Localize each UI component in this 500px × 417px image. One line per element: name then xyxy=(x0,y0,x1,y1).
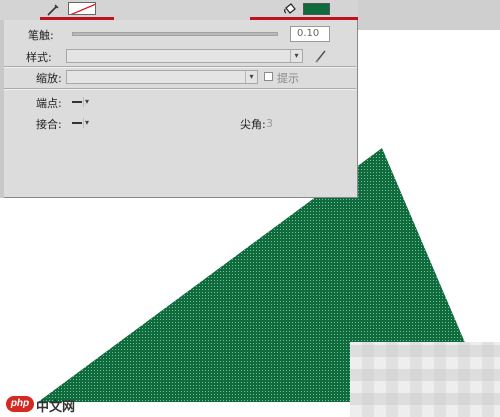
chevron-down-icon: ▾ xyxy=(290,50,302,62)
panel-edge xyxy=(0,0,4,198)
highlight-underline-stroke xyxy=(40,17,114,20)
watermark-text: 中文网 xyxy=(36,400,76,415)
chevron-down-icon: ▾ xyxy=(85,118,90,127)
style-dropdown[interactable]: ▾ xyxy=(66,49,303,63)
stroke-color-swatch[interactable] xyxy=(68,2,96,15)
hint-label: 提示 xyxy=(277,72,299,85)
stage: php 中文网 笔触: 0.10 样式: ▾ 缩放: ▾ 提示 端点: ▾ 接合… xyxy=(0,0,500,417)
scale-dropdown[interactable]: ▾ xyxy=(66,70,258,84)
style-label: 样式: xyxy=(26,51,52,64)
edit-style-icon[interactable] xyxy=(314,49,328,63)
pencil-icon[interactable] xyxy=(46,3,60,17)
miter-label: 尖角: xyxy=(240,118,266,131)
scale-label: 缩放: xyxy=(36,72,62,85)
stroke-value-input[interactable]: 0.10 xyxy=(290,26,330,42)
hint-checkbox[interactable] xyxy=(264,72,273,81)
miter-value[interactable]: 3 xyxy=(266,117,273,130)
highlight-underline-fill xyxy=(250,17,358,20)
chevron-down-icon: ▾ xyxy=(85,97,90,106)
divider-highlight xyxy=(4,67,356,68)
divider xyxy=(83,118,84,128)
divider-highlight xyxy=(4,89,356,90)
line-cap-icon xyxy=(72,101,82,103)
paint-bucket-icon[interactable] xyxy=(283,2,297,16)
watermark-logo: php xyxy=(6,396,34,412)
properties-panel: 笔触: 0.10 样式: ▾ 缩放: ▾ 提示 端点: ▾ 接合: ▾ 尖角: … xyxy=(0,0,358,198)
line-join-icon xyxy=(72,122,82,124)
cap-dropdown[interactable]: ▾ xyxy=(72,96,94,108)
cap-label: 端点: xyxy=(36,97,62,110)
join-label: 接合: xyxy=(36,118,62,131)
divider xyxy=(83,97,84,107)
fill-color-swatch[interactable] xyxy=(303,3,330,15)
stroke-slider[interactable] xyxy=(72,32,278,36)
blurred-region xyxy=(350,342,500,417)
chevron-down-icon: ▾ xyxy=(245,71,257,83)
no-color-icon xyxy=(70,3,95,14)
stroke-label: 笔触: xyxy=(28,29,54,42)
join-dropdown[interactable]: ▾ xyxy=(72,117,94,129)
